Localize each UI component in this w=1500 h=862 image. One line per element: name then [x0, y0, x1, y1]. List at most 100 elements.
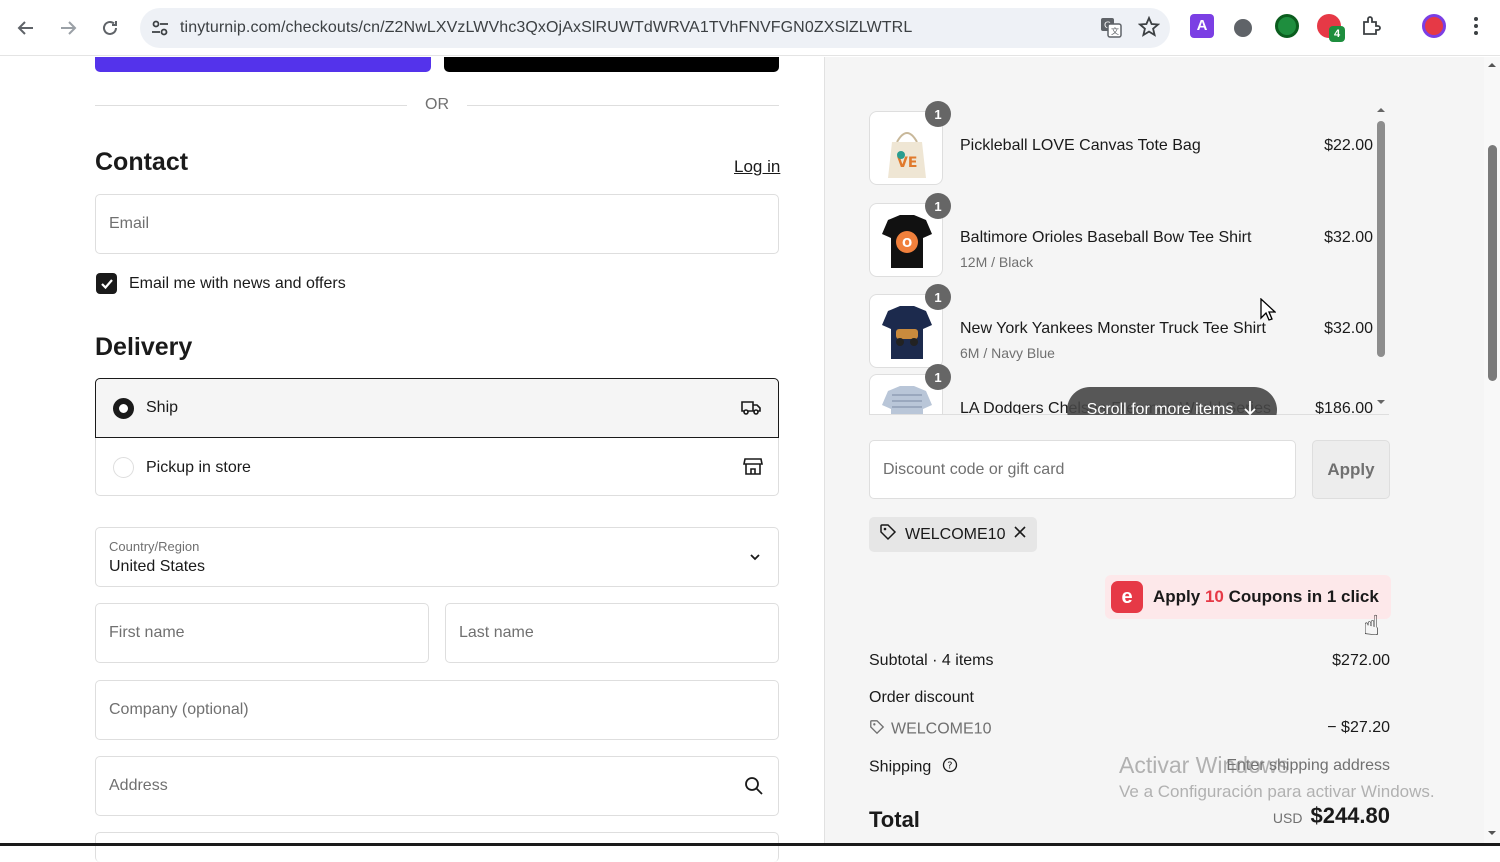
email-field[interactable]: Email	[95, 194, 779, 254]
qty-badge: 1	[925, 101, 951, 127]
total-value: $244.80	[1310, 803, 1390, 828]
search-icon	[744, 776, 764, 801]
extension-a-icon[interactable]: A	[1190, 14, 1214, 38]
help-icon[interactable]: ?	[942, 757, 958, 778]
shop-pay-button[interactable]	[95, 57, 431, 72]
subtotal-row: Subtotal · 4 items $272.00	[869, 652, 1390, 670]
qty-badge: 1	[925, 284, 951, 310]
truck-icon	[740, 397, 762, 422]
discount-placeholder: Discount code or gift card	[883, 461, 1065, 478]
news-checkbox-label: Email me with news and offers	[129, 274, 346, 292]
contact-heading: Contact	[95, 148, 189, 176]
forward-icon[interactable]	[48, 8, 88, 48]
chevron-down-icon	[748, 550, 762, 569]
item-name: Pickleball LOVE Canvas Tote Bag	[960, 137, 1201, 154]
item-price: $32.00	[1324, 229, 1373, 246]
delivery-heading: Delivery	[95, 333, 193, 361]
menu-kebab-icon[interactable]	[1466, 14, 1490, 38]
bookmark-star-icon[interactable]	[1137, 15, 1161, 43]
discount-value: − $27.20	[1327, 719, 1390, 736]
pointing-hand-icon: ☝	[1363, 610, 1381, 641]
cart-item: 1 New York Yankees Monster Truck Tee Shi…	[869, 284, 1373, 368]
ship-label: Ship	[146, 399, 179, 416]
apartment-field[interactable]	[95, 832, 779, 862]
subtotal-label: Subtotal · 4 items	[869, 652, 994, 669]
item-variant: 6M / Navy Blue	[960, 345, 1055, 361]
express-pay-button[interactable]	[444, 57, 779, 72]
news-checkbox-row[interactable]: Email me with news and offers	[96, 273, 346, 294]
profile-avatar[interactable]	[1422, 14, 1446, 38]
items-scrollbar[interactable]	[1374, 105, 1388, 415]
delivery-option-ship[interactable]: Ship	[95, 378, 779, 438]
scroll-up-arrow-icon[interactable]	[1374, 105, 1388, 115]
extension-red-icon[interactable]: 4	[1317, 14, 1345, 42]
news-checkbox[interactable]	[96, 273, 117, 294]
coupon-logo-icon: e	[1111, 581, 1143, 613]
cart-items-list[interactable]: 1 VE Pickleball LOVE Canvas Tote Bag $22…	[869, 99, 1373, 415]
url-text[interactable]: tinyturnip.com/checkouts/cn/Z2NwLXVzLWVh…	[180, 19, 912, 37]
last-name-field[interactable]: Last name	[445, 603, 779, 663]
first-name-field[interactable]: First name	[95, 603, 429, 663]
pickup-radio[interactable]	[113, 457, 134, 478]
delivery-options: Ship Pickup in store	[95, 378, 779, 496]
reload-icon[interactable]	[90, 8, 130, 48]
tag-icon	[879, 523, 897, 546]
company-placeholder: Company (optional)	[109, 701, 249, 718]
extensions-puzzle-icon[interactable]	[1360, 14, 1384, 38]
translate-icon[interactable]: G文	[1100, 16, 1122, 43]
page-scrollbar[interactable]	[1484, 57, 1500, 846]
address-field[interactable]: Address	[95, 756, 779, 816]
shipping-label: Shipping	[869, 758, 932, 776]
back-icon[interactable]	[6, 8, 46, 48]
country-value: United States	[109, 558, 206, 575]
order-discount-label: Order discount	[869, 689, 974, 706]
page-scroll-down-icon[interactable]	[1484, 827, 1500, 839]
browser-toolbar: tinyturnip.com/checkouts/cn/Z2NwLXVzLWVh…	[0, 0, 1500, 56]
checkout-form: OR Contact Log in Email Email me with ne…	[0, 57, 824, 862]
svg-text:O: O	[902, 236, 912, 250]
scroll-down-arrow-icon[interactable]	[1374, 397, 1388, 407]
page-scrollbar-thumb[interactable]	[1488, 145, 1497, 381]
address-bar[interactable]: tinyturnip.com/checkouts/cn/Z2NwLXVzLWVh…	[140, 8, 1170, 48]
item-name: Baltimore Orioles Baseball Bow Tee Shirt	[960, 229, 1252, 246]
coupon-banner-text: Apply 10 Coupons in 1 click	[1153, 587, 1379, 606]
email-placeholder: Email	[109, 215, 150, 232]
login-link[interactable]: Log in	[734, 157, 780, 177]
scroll-hint-label: Scroll for more items	[1086, 401, 1234, 415]
page-scroll-up-icon[interactable]	[1484, 59, 1500, 71]
discount-code-label: WELCOME10	[891, 720, 992, 738]
windows-activation-watermark: Activar Windows	[1119, 752, 1289, 778]
company-field[interactable]: Company (optional)	[95, 680, 779, 740]
total-label: Total	[869, 807, 920, 832]
qty-badge: 1	[925, 364, 951, 390]
tag-icon	[869, 719, 885, 740]
first-name-placeholder: First name	[109, 624, 185, 641]
site-settings-icon[interactable]	[140, 19, 180, 37]
cart-item: 1 O Baltimore Orioles Baseball Bow Tee S…	[869, 193, 1373, 277]
arrow-down-icon	[1243, 400, 1257, 416]
applied-code-label: WELCOME10	[905, 525, 1006, 543]
remove-discount-icon[interactable]	[1013, 525, 1027, 544]
item-price: $32.00	[1324, 320, 1373, 337]
scroll-more-hint[interactable]: Scroll for more items	[1067, 387, 1277, 415]
extension-gray-icon[interactable]	[1234, 19, 1252, 37]
coupon-extension-banner[interactable]: e Apply 10 Coupons in 1 click	[1105, 575, 1391, 619]
extension-green-icon[interactable]	[1275, 14, 1299, 38]
qty-badge: 1	[925, 193, 951, 219]
order-summary: 1 VE Pickleball LOVE Canvas Tote Bag $22…	[824, 57, 1484, 846]
country-select[interactable]: Country/Region United States	[95, 527, 779, 587]
item-variant: 12M / Black	[960, 254, 1034, 270]
svg-text:文: 文	[1111, 26, 1119, 36]
svg-text:?: ?	[947, 761, 952, 772]
cart-item: 1 VE Pickleball LOVE Canvas Tote Bag $22…	[869, 101, 1373, 185]
windows-activation-hint: Ve a Configuración para activar Windows.	[1119, 782, 1435, 801]
delivery-option-pickup[interactable]: Pickup in store	[96, 438, 780, 497]
items-scrollbar-thumb[interactable]	[1377, 121, 1385, 357]
mouse-pointer-icon	[1260, 297, 1277, 327]
or-divider: OR	[95, 95, 779, 115]
apply-discount-button[interactable]: Apply	[1312, 440, 1390, 499]
ship-radio[interactable]	[113, 397, 134, 419]
discount-code-input[interactable]: Discount code or gift card	[869, 440, 1296, 499]
extension-badge: 4	[1329, 26, 1345, 42]
store-icon	[742, 456, 764, 481]
